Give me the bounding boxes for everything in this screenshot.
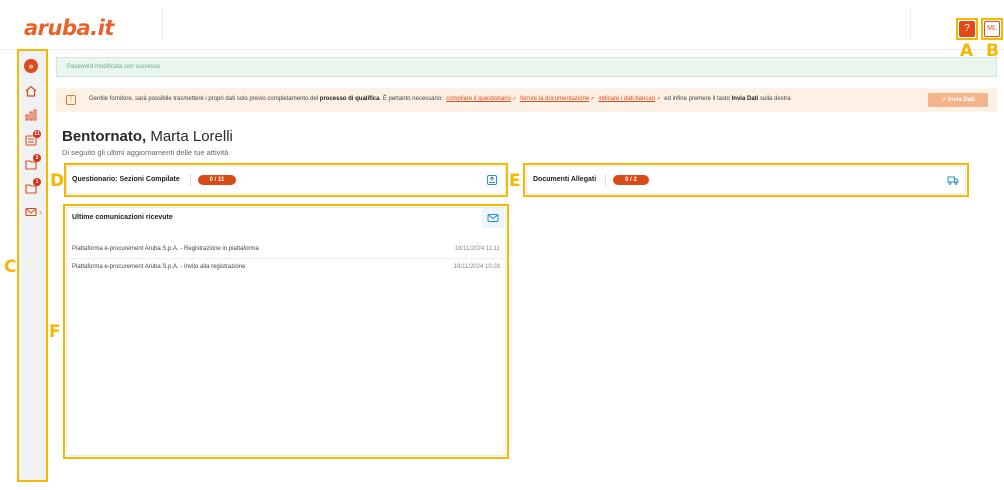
external-link-icon: ↗ (590, 96, 595, 102)
qualification-notice: ! Gentile fornitore, sarà possibile tras… (56, 88, 997, 112)
page-subtitle: Di seguito gli ultimi aggiornamenti dell… (62, 148, 229, 157)
external-link-icon: ↗ (656, 96, 661, 102)
notification-badge: 11 (33, 130, 41, 138)
marker-label-e: E (509, 171, 521, 191)
marker-label-d: D (50, 171, 65, 191)
send-data-button[interactable]: ⇗ Invia Dati (928, 93, 988, 107)
send-icon: ⇗ (941, 97, 948, 103)
notification-badge: 1 (33, 178, 41, 186)
header-divider (162, 8, 163, 40)
chevron-right-icon[interactable]: › (39, 207, 42, 217)
link-questionnaire[interactable]: compilare il questionario (446, 96, 511, 102)
link-bank-details[interactable]: indicare i dati bancari (598, 96, 655, 102)
sidebar-expand-button[interactable]: » (24, 59, 38, 73)
marker-label-f: F (49, 322, 61, 342)
external-link-icon: ↗ (511, 96, 517, 102)
chart-icon[interactable] (24, 108, 38, 122)
page-title: Bentornato, Marta Lorelli (62, 128, 233, 145)
top-header: aruba.it ? ML (0, 0, 1004, 50)
notice-text: Gentile fornitore, sarà possibile trasme… (89, 96, 791, 102)
mail-icon[interactable] (24, 205, 38, 219)
warning-icon: ! (66, 95, 76, 105)
marker-box-a (956, 18, 978, 40)
marker-box-e (523, 163, 969, 197)
marker-label-c-inner: C (27, 257, 38, 273)
marker-label-c: C (4, 257, 17, 277)
header-divider (910, 8, 911, 40)
home-icon[interactable] (24, 84, 38, 98)
notification-badge: 2 (33, 154, 41, 162)
success-alert: Password modificata con successo (56, 57, 997, 77)
marker-box-f (63, 204, 509, 459)
aruba-logo[interactable]: aruba.it (24, 16, 114, 40)
marker-box-b (981, 18, 1003, 40)
marker-box-d (64, 163, 508, 197)
link-documentation[interactable]: fornire la documentazione (520, 96, 589, 102)
